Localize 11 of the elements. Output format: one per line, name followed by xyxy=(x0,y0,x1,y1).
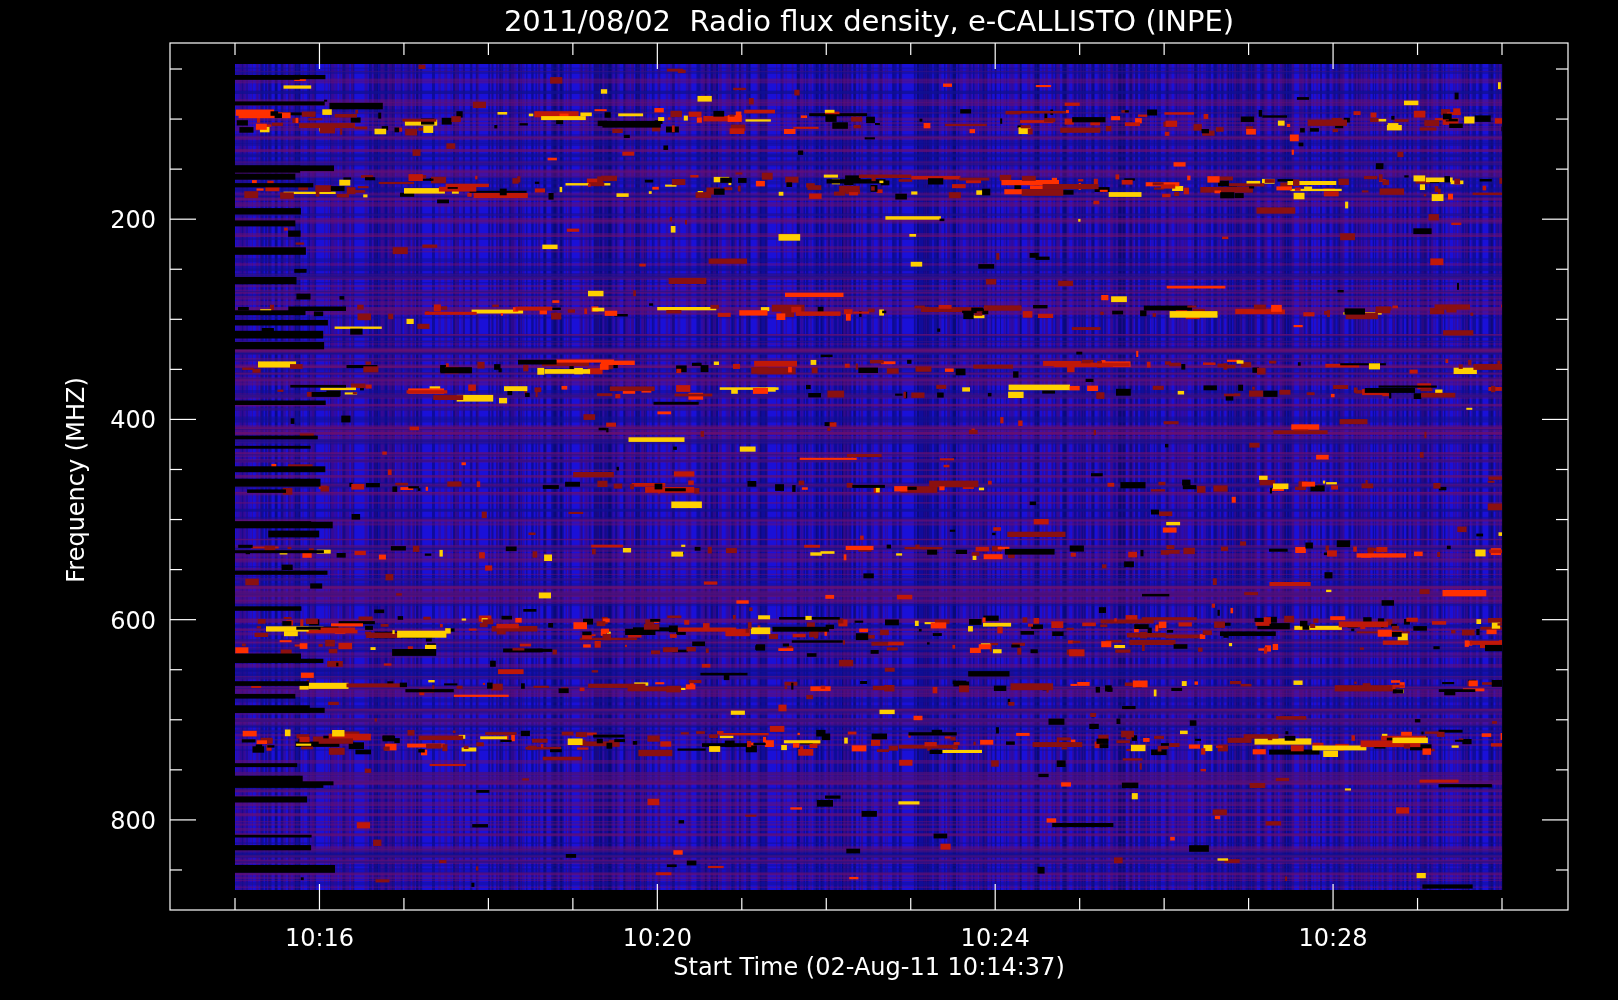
x-axis-title: Start Time (02-Aug-11 10:14:37) xyxy=(673,953,1065,981)
x-tick-label: 10:28 xyxy=(1298,924,1368,952)
x-tick-label: 10:16 xyxy=(284,924,355,952)
y-tick-label: 600 xyxy=(110,606,156,635)
y-tick-label: 400 xyxy=(110,406,156,435)
y-axis-title: Frequency (MHZ) xyxy=(62,377,90,583)
x-tick-label: 10:24 xyxy=(960,924,1030,952)
y-tick-label: 800 xyxy=(110,806,156,835)
x-tick-label: 10:20 xyxy=(622,924,692,952)
y-tick-label: 200 xyxy=(110,206,156,235)
chart-title: 2011/08/02 Radio flux density, e-CALLISTO (INPE) xyxy=(503,4,1235,38)
